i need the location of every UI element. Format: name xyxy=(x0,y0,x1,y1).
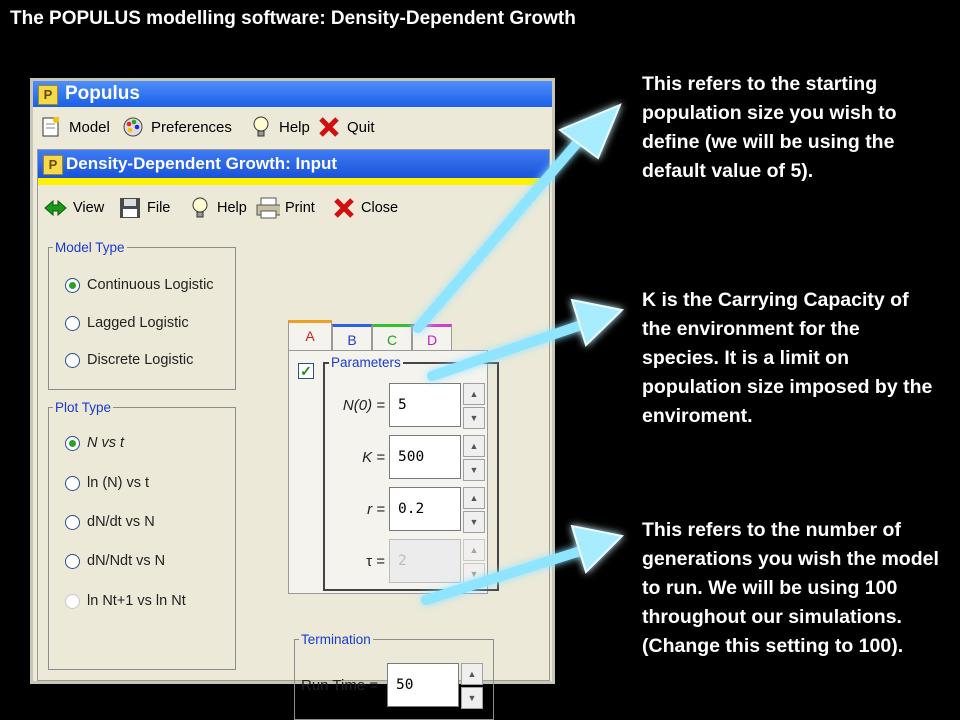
note-starting-population: This refers to the starting population s… xyxy=(642,73,897,182)
arrow-to-n0 xyxy=(413,103,622,333)
note-carrying-capacity: K is the Carrying Capacity of the enviro… xyxy=(642,289,933,427)
arrow-to-k xyxy=(427,298,625,381)
note-run-time: This refers to the number of generations… xyxy=(642,519,939,657)
arrow-to-run-time xyxy=(421,524,625,605)
